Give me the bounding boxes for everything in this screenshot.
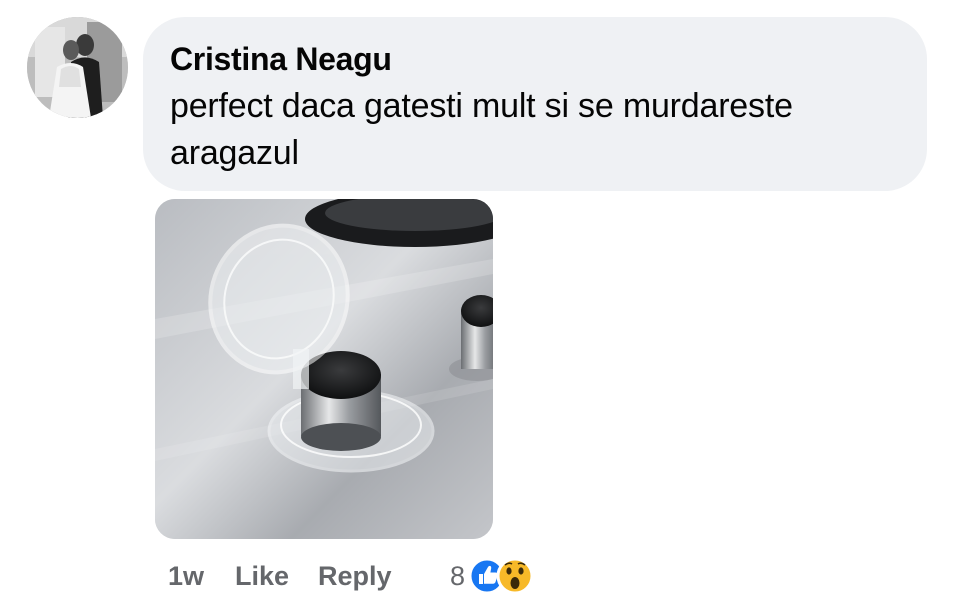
reply-button[interactable]: Reply (318, 561, 450, 592)
comment-photo[interactable] (155, 199, 493, 539)
reaction-icons[interactable] (467, 556, 537, 596)
comment-text: perfect daca gatesti mult si se murdares… (170, 87, 793, 172)
comment-author[interactable]: Cristina Neagu (170, 39, 899, 79)
avatar-photo (27, 17, 128, 118)
reaction-count[interactable]: 8 (450, 561, 465, 592)
avatar[interactable] (27, 17, 128, 118)
wow-icon (496, 557, 534, 595)
like-button[interactable]: Like (235, 561, 318, 592)
comment-bubble: Cristina Neagu perfect daca gatesti mult… (143, 17, 927, 191)
stove-knob-cover-image (155, 199, 493, 539)
comment-timestamp[interactable]: 1w (168, 561, 235, 592)
comment-actions: 1w Like Reply 8 (168, 556, 537, 596)
